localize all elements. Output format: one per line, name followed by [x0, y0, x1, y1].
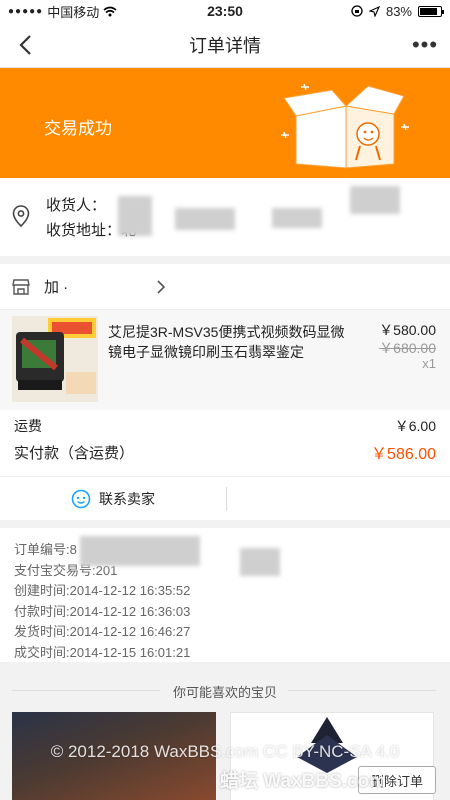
- shop-name: 加 ·: [44, 279, 69, 296]
- battery-percent: 83%: [385, 3, 412, 19]
- order-number: 订单编号:8: [14, 542, 77, 557]
- chat-icon: [71, 489, 91, 509]
- product-image: [12, 316, 98, 402]
- status-bar: ●●●●● 中国移动 23:50 83%: [0, 0, 450, 22]
- signal-icon: ●●●●●: [8, 5, 44, 17]
- battery-icon: [418, 5, 444, 17]
- order-card: 加 · 艾尼提3R-MSV35便携式视频数码显微镜电子显微镜印刷玉石翡翠鉴定 ￥…: [0, 264, 450, 520]
- product-title: 艾尼提3R-MSV35便携式视频数码显微镜电子显微镜印刷玉石翡翠鉴定: [108, 324, 345, 360]
- order-info: 订单编号:8 支付宝交易号:201 创建时间:2014-12-12 16:35:…: [0, 528, 450, 662]
- shipping-address: 收货人： 收货地址：北: [0, 178, 450, 256]
- order-status-text: 交易成功: [44, 119, 112, 138]
- contact-seller-button[interactable]: 联系卖家: [0, 477, 226, 521]
- shipping-fee-label: 运费: [14, 418, 42, 434]
- more-button[interactable]: •••: [400, 22, 450, 68]
- divider: [288, 690, 436, 691]
- page-title: 订单详情: [189, 35, 261, 56]
- redacted-block: [272, 208, 322, 228]
- total-paid-label: 实付款（含运费）: [14, 445, 135, 462]
- created-time: 创建时间:2014-12-12 16:35:52: [14, 583, 191, 598]
- battery-fill: [420, 7, 437, 15]
- redacted-block: [350, 186, 400, 214]
- open-box-illustration: [281, 83, 409, 169]
- clock: 23:50: [207, 3, 243, 19]
- alipay-trade-number: 支付宝交易号:201: [14, 562, 118, 578]
- redacted-block: [175, 208, 235, 230]
- address-label: 收货地址：: [46, 222, 122, 239]
- watermark-logo: 蜡坛 WaxBBS.com: [220, 771, 387, 792]
- redacted-block: [240, 548, 280, 576]
- location-pin-icon: [12, 205, 30, 227]
- shipped-time: 发货时间:2014-12-12 16:46:27: [14, 624, 191, 639]
- recipient-label: 收货人：: [46, 197, 107, 214]
- contact-seller-label: 联系卖家: [99, 491, 155, 507]
- product-price: ￥580.00: [379, 322, 436, 338]
- recommendations-title: 你可能喜欢的宝贝: [172, 685, 277, 700]
- back-button[interactable]: [0, 22, 50, 68]
- status-right: 83%: [282, 3, 444, 19]
- paid-time: 付款时间:2014-12-12 16:36:03: [14, 603, 191, 619]
- order-status-banner: 交易成功: [0, 68, 450, 178]
- shop-row[interactable]: 加 ·: [0, 264, 450, 310]
- shipping-fee-value: ￥6.00: [394, 418, 436, 434]
- status-left: ●●●●● 中国移动: [8, 2, 168, 21]
- completed-time: 成交时间:2014-12-15 16:01:21: [14, 644, 191, 660]
- location-arrow-icon: [368, 5, 380, 17]
- rotation-lock-icon: [351, 5, 363, 17]
- chevron-left-icon: [19, 34, 31, 55]
- product-quantity: x1: [422, 356, 436, 371]
- microscope-product-icon: [12, 316, 98, 402]
- contact-row: 联系卖家: [0, 476, 450, 520]
- chevron-right-icon: [157, 280, 166, 294]
- total-paid-value: ￥586.00: [371, 446, 436, 463]
- product-row[interactable]: 艾尼提3R-MSV35便携式视频数码显微镜电子显微镜印刷玉石翡翠鉴定 ￥580.…: [0, 310, 450, 410]
- recipient-row: 收货人：: [46, 194, 106, 215]
- redacted-block: [118, 196, 152, 236]
- divider: [226, 487, 227, 511]
- watermark-copyright: © 2012-2018 WaxBBS.com CC BY-NC-SA 4.0: [50, 742, 400, 761]
- wifi-icon: [103, 6, 117, 16]
- nav-bar: 订单详情 •••: [0, 22, 450, 68]
- shop-icon: [12, 278, 30, 295]
- product-original-price: ￥680.00: [379, 340, 436, 356]
- carrier-name: 中国移动: [47, 4, 100, 20]
- redacted-block: [80, 536, 200, 566]
